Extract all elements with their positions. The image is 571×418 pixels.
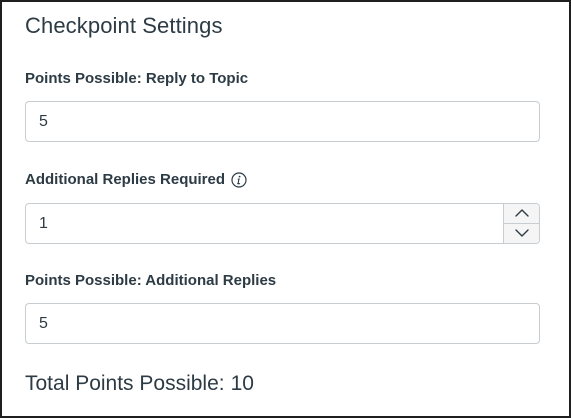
total-points-possible: Total Points Possible: 10 — [25, 372, 254, 396]
checkpoint-settings-panel: Checkpoint Settings Points Possible: Rep… — [0, 0, 571, 418]
additional-replies-points-label: Points Possible: Additional Replies — [25, 272, 276, 289]
chevron-up-icon — [514, 205, 530, 223]
additional-replies-points-input[interactable] — [26, 304, 539, 343]
reply-to-topic-points-field[interactable] — [25, 101, 540, 142]
additional-replies-points-label-text: Points Possible: Additional Replies — [25, 272, 277, 289]
additional-replies-points-field[interactable] — [25, 303, 540, 344]
reply-to-topic-points-label-text: Points Possible: Reply to Topic — [25, 70, 249, 87]
total-points-value: 10 — [230, 372, 254, 395]
total-points-label: Total Points Possible: — [25, 372, 225, 395]
reply-to-topic-points-input[interactable] — [26, 102, 539, 141]
chevron-down-icon — [514, 225, 530, 243]
page-title: Checkpoint Settings — [25, 13, 223, 38]
additional-replies-required-label: Additional Replies Required — [25, 171, 247, 188]
additional-replies-required-label-text: Additional Replies Required — [25, 171, 226, 188]
additional-replies-required-field[interactable] — [25, 203, 540, 244]
decrement-button[interactable] — [504, 224, 539, 243]
increment-button[interactable] — [504, 204, 539, 224]
reply-to-topic-points-label: Points Possible: Reply to Topic — [25, 70, 248, 87]
info-circle-icon[interactable] — [231, 171, 247, 188]
additional-replies-required-input[interactable] — [26, 204, 503, 243]
number-stepper[interactable] — [503, 204, 539, 243]
